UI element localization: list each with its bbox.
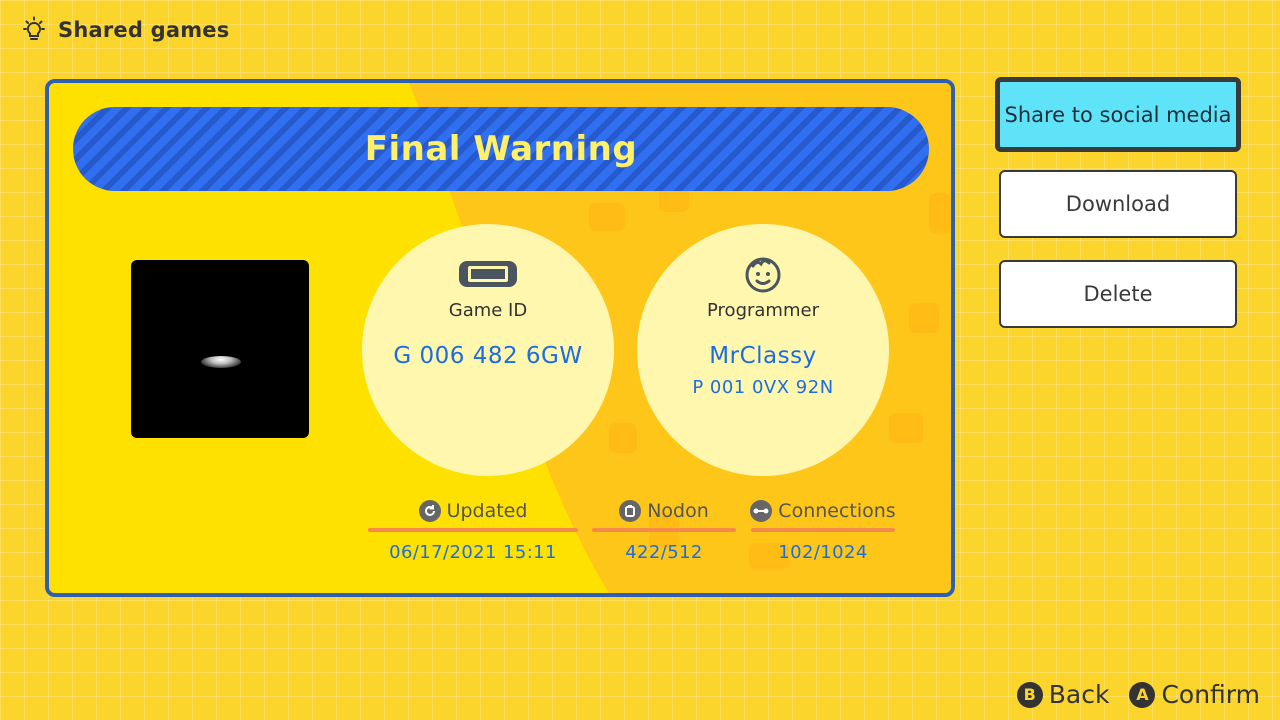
stat-connections-value: 102/1024 [778,542,868,563]
delete-button[interactable]: Delete [999,260,1237,328]
game-id-value: G 006 482 6GW [393,343,583,369]
stat-nodon-underline [592,528,736,532]
nodon-icon [619,500,642,522]
b-button-icon: B [1016,681,1043,708]
game-id-label: Game ID [448,300,528,321]
header: Shared games [20,16,229,44]
programmer-name: MrClassy [709,343,817,369]
programmer-label: Programmer [707,300,819,321]
refresh-icon [418,500,441,522]
stat-nodon-label: Nodon [647,500,709,522]
stat-nodon: Nodon 422/512 [592,498,736,563]
a-button-icon: A [1129,681,1156,708]
share-to-social-media-button[interactable]: Share to social media [995,77,1241,152]
connection-icon [750,500,773,522]
stat-connections-label: Connections [778,500,896,522]
stat-updated-value: 06/17/2021 15:11 [389,542,557,563]
console-icon [459,261,517,287]
face-icon [745,257,781,293]
stat-updated-label: Updated [446,500,528,522]
back-button[interactable]: B Back [1016,680,1110,709]
stat-nodon-value: 422/512 [625,542,703,563]
stat-updated-underline [368,528,578,532]
confirm-label: Confirm [1161,680,1260,709]
thumbnail-glow [201,356,241,368]
page-title: Shared games [58,18,230,42]
lightbulb-icon [23,16,45,40]
footer-controls: B Back A Confirm [1016,680,1260,709]
stat-updated: Updated 06/17/2021 15:11 [368,498,578,563]
game-card: Final Warning Game ID G 006 482 6GW Prog… [45,79,955,597]
confirm-button[interactable]: A Confirm [1129,680,1260,709]
stat-connections-underline [751,528,895,532]
game-title: Final Warning [364,129,638,169]
game-thumbnail [131,260,309,438]
stat-connections: Connections 102/1024 [750,498,896,563]
game-title-banner: Final Warning [73,107,929,191]
game-id-panel: Game ID G 006 482 6GW [362,224,614,476]
programmer-id: P 001 0VX 92N [692,377,834,398]
back-label: Back [1048,680,1110,709]
download-button[interactable]: Download [999,170,1237,238]
programmer-panel: Programmer MrClassy P 001 0VX 92N [637,224,889,476]
